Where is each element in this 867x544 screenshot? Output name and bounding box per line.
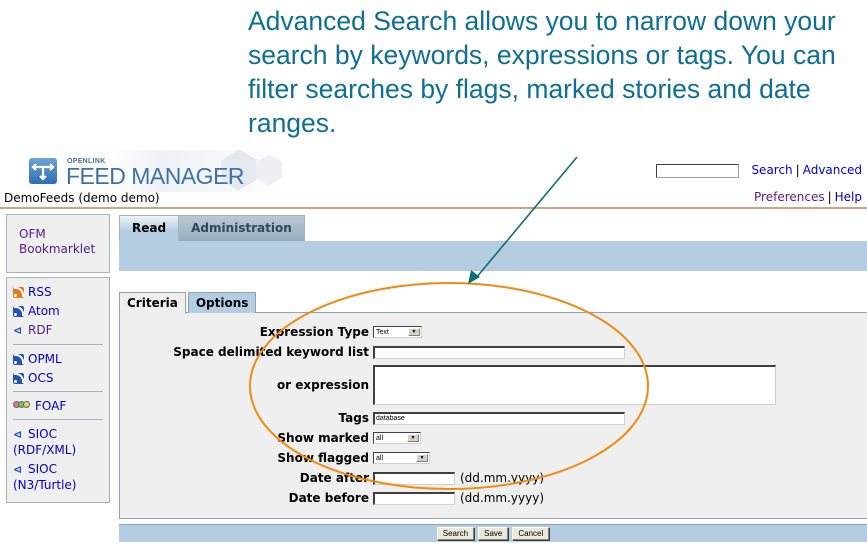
sidebar-item-foaf[interactable]: FOAF	[13, 398, 103, 414]
dropdown-arrow-icon: ▼	[408, 328, 420, 336]
criteria-panel: Expression Type Text ▼ Space delimited k…	[119, 312, 867, 519]
opml-feed-icon	[13, 354, 24, 365]
feed-manager-logo-icon	[29, 158, 57, 184]
sidebar-divider	[13, 344, 103, 345]
sidebar-item-opml[interactable]: OPML	[13, 351, 103, 367]
date-after-input[interactable]	[373, 471, 455, 485]
ocs-feed-icon	[13, 373, 24, 384]
dropdown-arrow-icon: ▼	[416, 454, 428, 462]
sidebar-divider	[13, 419, 103, 420]
show-flagged-select[interactable]: all ▼	[373, 452, 430, 464]
logo[interactable]: OPENLINK FEED MANAGER	[14, 150, 284, 192]
search-links: Search | Advanced	[751, 163, 862, 177]
date-before-label: Date before	[288, 491, 369, 505]
expression-textarea[interactable]	[373, 365, 776, 405]
main-tabs: Read Administration	[119, 215, 305, 241]
show-marked-row: Show marked all ▼	[120, 431, 421, 445]
toolbar-band	[119, 241, 867, 271]
expression-type-select[interactable]: Text ▼	[373, 326, 422, 338]
expression-label: or expression	[276, 378, 369, 392]
date-before-input[interactable]	[373, 491, 455, 505]
sidebar-item-sublabel: (RDF/XML)	[13, 443, 77, 457]
tab-administration[interactable]: Administration	[179, 215, 305, 241]
app-title: DemoFeeds (demo demo)	[4, 191, 160, 205]
show-marked-select[interactable]: all ▼	[373, 432, 421, 444]
form-actions-bar: Search Save Cancel	[119, 524, 867, 542]
tags-row: Tags	[120, 411, 625, 425]
expression-type-value: Text	[376, 328, 389, 336]
sidebar-item-ocs[interactable]: OCS	[13, 370, 103, 386]
rdf-icon: ⊲	[13, 324, 23, 337]
date-after-row: Date after (dd.mm.yyyy)	[120, 471, 544, 485]
tags-label: Tags	[338, 411, 369, 425]
separator: |	[827, 190, 832, 204]
foaf-icon	[13, 401, 31, 408]
keywords-label: Space delimited keyword list	[173, 345, 369, 359]
sidebar-item-label: OPML	[28, 352, 62, 366]
bookmarklet-line2: Bookmarklet	[19, 242, 96, 256]
logo-brand-name: FEED MANAGER	[66, 163, 245, 189]
save-button[interactable]: Save	[478, 527, 509, 540]
tab-read[interactable]: Read	[119, 215, 180, 241]
keywords-row: Space delimited keyword list	[120, 345, 625, 359]
sidebar-item-label: SIOC	[28, 462, 57, 476]
tab-options[interactable]: Options	[187, 292, 257, 313]
expression-row: or expression	[120, 365, 776, 405]
show-flagged-row: Show flagged all ▼	[120, 451, 430, 465]
search-button[interactable]: Search	[436, 527, 475, 540]
show-flagged-label: Show flagged	[277, 451, 369, 465]
sidebar-item-label: RDF	[28, 323, 53, 337]
sidebar-item-rss[interactable]: RSS	[13, 284, 103, 300]
search-link[interactable]: Search	[751, 163, 792, 177]
feeds-box: RSS Atom ⊲ RDF OPML OCS FOAF ⊲ SIOC (RDF…	[6, 277, 110, 503]
search-tabs: Criteria Options	[119, 292, 257, 314]
bookmarklet-box: OFM Bookmarklet	[6, 214, 110, 273]
advanced-search-link[interactable]: Advanced	[803, 163, 862, 177]
preferences-link[interactable]: Preferences	[754, 190, 825, 204]
date-before-row: Date before (dd.mm.yyyy)	[120, 491, 544, 505]
date-format-hint: (dd.mm.yyyy)	[460, 491, 545, 505]
quick-search-input[interactable]	[656, 164, 739, 178]
cancel-button[interactable]: Cancel	[512, 527, 550, 540]
keywords-input[interactable]	[373, 345, 625, 359]
sidebar-item-label: RSS	[28, 285, 52, 299]
sidebar-divider	[13, 391, 103, 392]
arrow-head-icon	[468, 270, 480, 284]
header-search	[656, 164, 739, 178]
separator: |	[795, 163, 800, 177]
sidebar-item-rdf[interactable]: ⊲ RDF	[13, 322, 103, 339]
sidebar-item-sublabel: (N3/Turtle)	[13, 478, 77, 492]
sidebar-item-label: OCS	[28, 371, 54, 385]
dropdown-arrow-icon: ▼	[407, 434, 419, 442]
bookmarklet-line1: OFM	[19, 227, 46, 241]
sioc-icon: ⊲	[13, 463, 23, 476]
callout-text: Advanced Search allows you to narrow dow…	[248, 6, 836, 138]
tags-input[interactable]	[373, 411, 625, 425]
show-marked-value: all	[376, 434, 384, 442]
help-link[interactable]: Help	[835, 190, 862, 204]
bookmarklet-link[interactable]: OFM Bookmarklet	[19, 227, 109, 257]
sidebar-item-label: FOAF	[35, 399, 67, 413]
expression-type-label: Expression Type	[259, 325, 369, 339]
sidebar-item-atom[interactable]: Atom	[13, 303, 103, 319]
date-after-label: Date after	[299, 471, 369, 485]
user-links: Preferences | Help	[754, 190, 862, 204]
show-flagged-value: all	[376, 454, 384, 462]
expression-type-row: Expression Type Text ▼	[120, 325, 422, 339]
atom-feed-icon	[13, 306, 24, 317]
rss-icon	[13, 287, 24, 298]
date-format-hint: (dd.mm.yyyy)	[460, 471, 545, 485]
sioc-icon: ⊲	[13, 428, 23, 441]
sidebar-item-label: Atom	[28, 304, 60, 318]
header-divider	[0, 207, 867, 209]
sidebar-item-sioc-rdf-xml[interactable]: ⊲ SIOC (RDF/XML)	[13, 426, 103, 458]
tab-criteria[interactable]: Criteria	[119, 292, 186, 314]
sidebar-item-sioc-n3-turtle[interactable]: ⊲ SIOC (N3/Turtle)	[13, 461, 103, 493]
sidebar-item-label: SIOC	[28, 427, 57, 441]
show-marked-label: Show marked	[277, 431, 369, 445]
